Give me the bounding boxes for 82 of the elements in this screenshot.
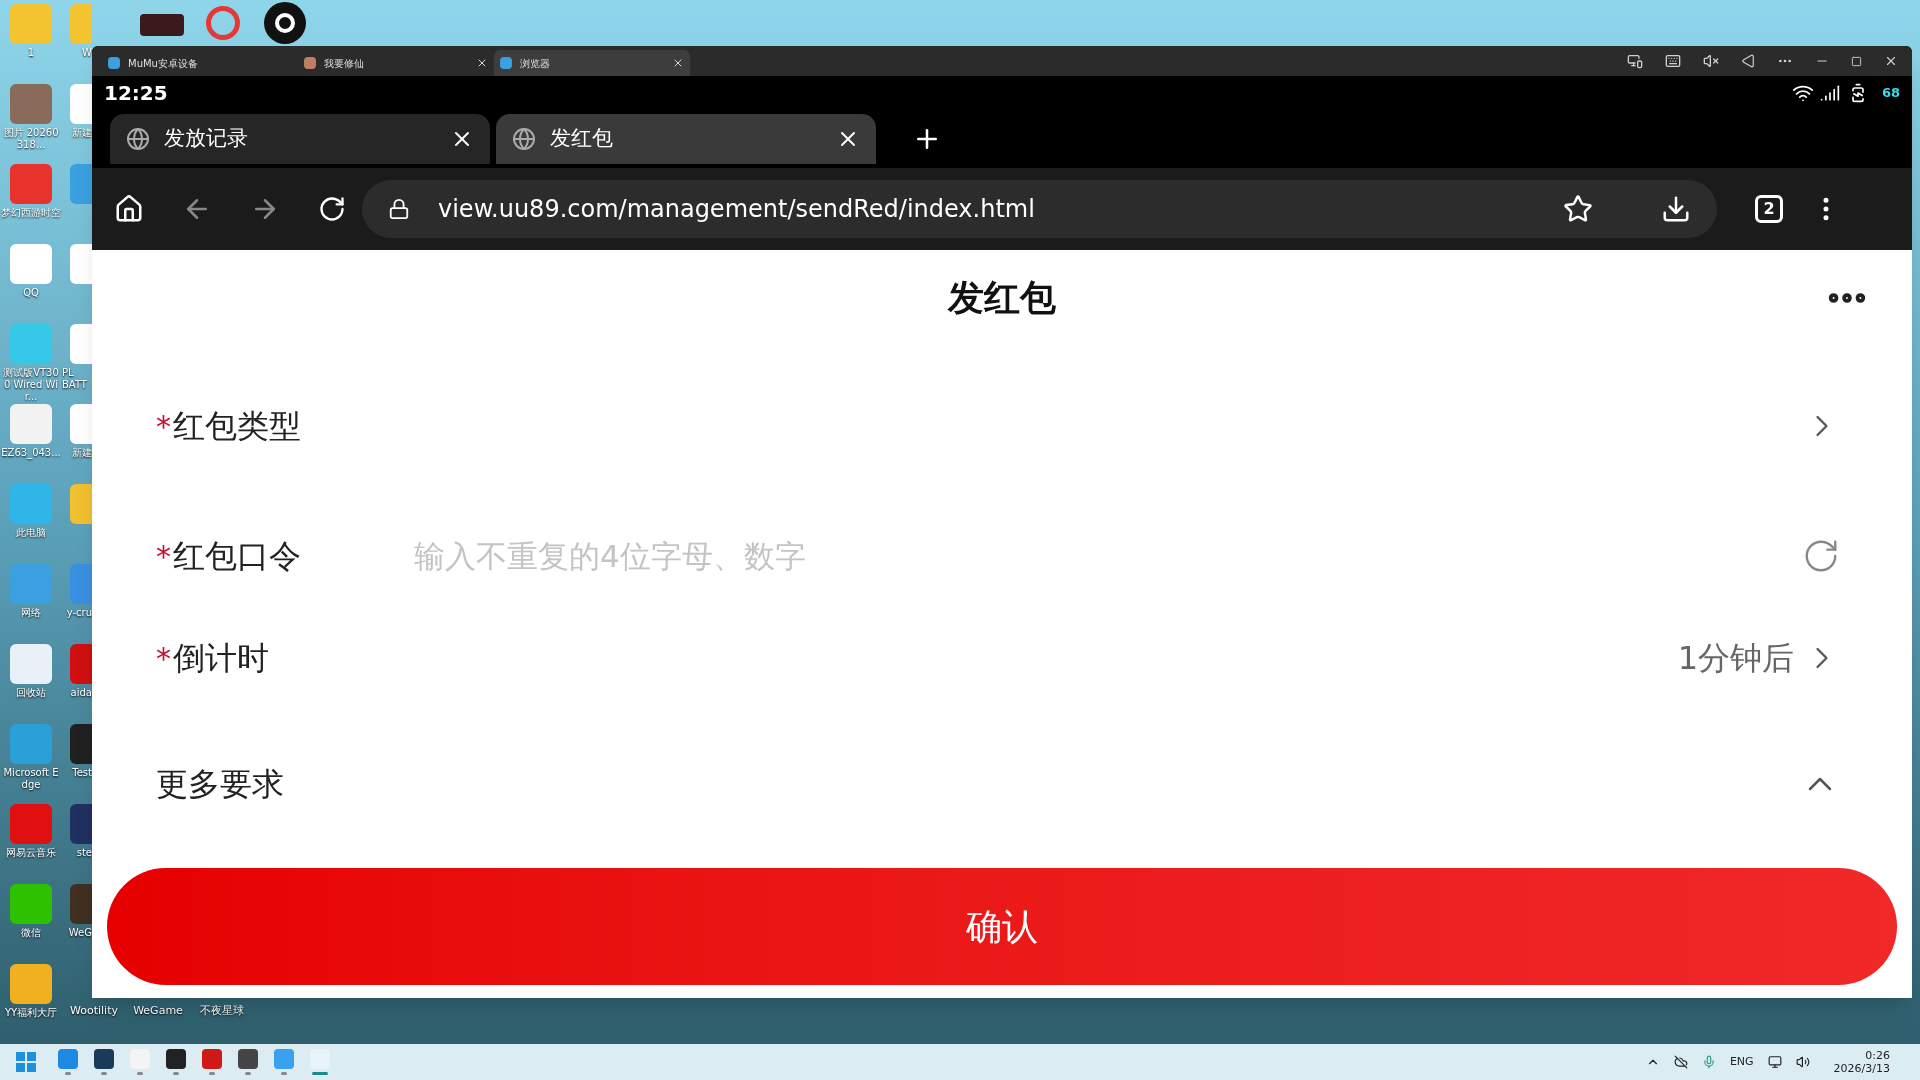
taskbar-app-icon[interactable] — [166, 1049, 186, 1069]
tab-title: 我要修仙 — [324, 56, 365, 71]
desktop-icon-label: Microsoft Edge — [2, 767, 60, 791]
maximize-icon[interactable] — [1851, 55, 1862, 67]
back-icon[interactable] — [1741, 54, 1755, 68]
desktop-icon-label: 微信 — [21, 927, 41, 939]
network-icon[interactable] — [1767, 1055, 1782, 1069]
desktop-icon-label: 梦幻西游时空 — [1, 207, 61, 219]
desktop-icon-label: 新建 — [72, 447, 92, 459]
desktop-icon-label: 图片 20260318... — [2, 127, 60, 151]
field-label: 红包类型 — [173, 406, 301, 447]
emulator-tab[interactable]: 浏览器 — [494, 50, 690, 76]
close-icon[interactable] — [1884, 54, 1898, 68]
taskbar-app-icon[interactable] — [238, 1049, 258, 1069]
screen-icon[interactable] — [1627, 53, 1643, 69]
field-label: 倒计时 — [173, 638, 269, 679]
required-asterisk: * — [156, 537, 171, 576]
field-value: 1分钟后 — [1677, 638, 1794, 679]
reload-icon[interactable] — [318, 195, 346, 223]
app-icon — [108, 57, 120, 69]
address-bar[interactable]: view.uu89.com/management/sendRed/index.html — [362, 180, 1717, 238]
tab-count[interactable]: 2 — [1755, 195, 1783, 223]
desktop-icon-label: Test — [72, 767, 92, 779]
tab-title: 浏览器 — [520, 56, 551, 71]
desktop-icon-label[interactable]: Wootility — [70, 1004, 118, 1017]
input-field[interactable]: 输入不重复的4位字母、数字 — [414, 532, 1314, 580]
desktop-icon-label: ste — [76, 847, 92, 859]
desktop-icon-label: aida — [70, 687, 92, 699]
desktop-icon-label: 回收站 — [16, 687, 46, 699]
globe-icon — [126, 127, 150, 151]
mute-icon[interactable] — [1703, 53, 1719, 69]
app-icon[interactable] — [264, 2, 306, 44]
desktop-icon-label[interactable]: 不夜星球 — [200, 1004, 244, 1017]
required-asterisk: * — [156, 639, 171, 678]
browser-tab[interactable]: 发红包 — [496, 114, 876, 164]
desktop-icon-label: 测试版VT300 Wired Wir... — [2, 367, 60, 403]
desktop-icon-label: EZ63_043... — [1, 447, 61, 459]
tab-title: MuMu安卓设备 — [128, 56, 199, 71]
desktop-icon-label: y-cru — [66, 607, 92, 619]
close-icon[interactable] — [476, 57, 488, 69]
taskbar-time: 0:26 — [1865, 1049, 1890, 1062]
close-icon[interactable] — [672, 57, 684, 69]
keyboard-icon[interactable] — [1665, 53, 1681, 69]
url-text: view.uu89.com/management/sendRed/index.html — [438, 194, 1036, 225]
taskbar-date: 2026/3/13 — [1833, 1062, 1890, 1075]
volume-icon[interactable] — [1795, 1055, 1810, 1069]
mic-icon[interactable] — [1701, 1055, 1716, 1069]
desktop-icon-label: W — [82, 47, 92, 59]
desktop-icon-label: QQ — [23, 287, 39, 299]
desktop-icon-label: 新建 — [72, 127, 92, 139]
download-icon[interactable] — [1661, 194, 1691, 224]
tab-title: 发红包 — [550, 125, 614, 153]
start-icon[interactable] — [16, 1052, 36, 1072]
signal-icon — [1819, 83, 1840, 103]
desktop-icon-label: PL BATT — [62, 367, 88, 391]
globe-icon — [512, 127, 536, 151]
required-asterisk: * — [156, 407, 171, 446]
emulator-tab[interactable]: 我要修仙 — [298, 50, 494, 76]
desktop-icon-label: WeG — [68, 927, 92, 939]
field-label: 红包口令 — [173, 536, 301, 577]
cloud-off-icon[interactable] — [1673, 1055, 1688, 1069]
desktop-icon-label: 1 — [27, 47, 35, 59]
battery-percent: 68 — [1881, 84, 1900, 103]
emulator-tab[interactable]: MuMu安卓设备 — [102, 50, 298, 76]
desktop-icon-label[interactable]: WeGame — [133, 1004, 183, 1017]
app-icon — [500, 57, 512, 69]
app-icon — [304, 57, 316, 69]
home-icon[interactable] — [114, 194, 144, 224]
desktop-icon-label: 网易云音乐 — [6, 847, 56, 859]
field-label: 更多要求 — [156, 764, 284, 805]
star-icon[interactable] — [1563, 194, 1593, 224]
desktop-icon-label: YY福利大厅 — [4, 1007, 58, 1019]
desktop-icon-label: 网络 — [21, 607, 41, 619]
page-title: 发红包 — [948, 276, 1056, 320]
taskbar-app-icon[interactable] — [94, 1049, 114, 1069]
lock-icon — [388, 198, 410, 220]
tab-title: 发放记录 — [164, 125, 249, 153]
confirm-button[interactable]: 确认 — [107, 868, 1897, 985]
browser-tab[interactable]: 发放记录 — [110, 114, 490, 164]
language-indicator[interactable]: ENG — [1729, 1053, 1754, 1071]
clock: 12:25 — [104, 80, 168, 107]
desktop-icon-label: 此电脑 — [16, 527, 46, 539]
